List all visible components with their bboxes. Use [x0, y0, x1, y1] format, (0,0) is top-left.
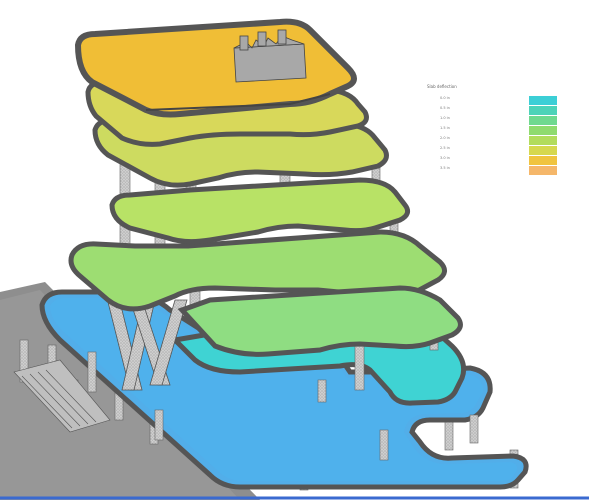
- legend-swatch: [529, 146, 557, 156]
- legend-value: 3.0 in: [440, 156, 450, 160]
- legend-swatch: [529, 126, 557, 136]
- legend-value: 2.0 in: [440, 136, 450, 140]
- legend-value: 3.5 in: [440, 166, 450, 170]
- low-mid-slab: [177, 285, 463, 357]
- legend-swatch: [529, 156, 557, 166]
- legend-value: 2.5 in: [440, 146, 450, 150]
- legend-swatch: [529, 106, 557, 116]
- building-model-view: [0, 18, 589, 500]
- legend-swatch: [529, 166, 557, 176]
- legend-swatch: [529, 116, 557, 126]
- legend-value: 0.0 in: [440, 96, 450, 100]
- legend-title: Slab deflection: [427, 84, 457, 89]
- legend-value: 1.0 in: [440, 116, 450, 120]
- legend-swatch: [529, 136, 557, 146]
- legend-value: 0.5 in: [440, 106, 450, 110]
- legend-value: 1.5 in: [440, 126, 450, 130]
- legend-swatch: [529, 96, 557, 106]
